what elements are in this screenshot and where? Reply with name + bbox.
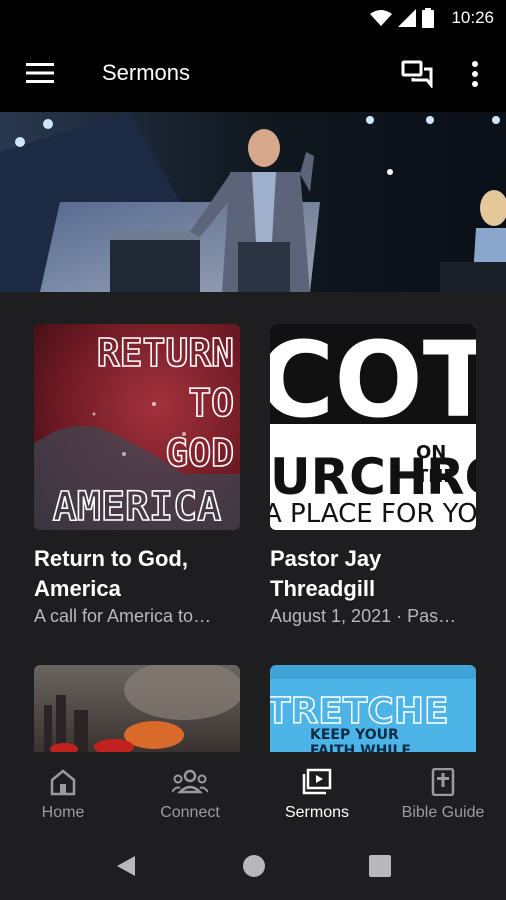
sermon-card[interactable]: TRETCHE KEEP YOUR FAITH WHILE: [270, 665, 476, 752]
hamburger-menu-icon[interactable]: [26, 62, 54, 84]
art-line-1: RETURN: [97, 331, 234, 375]
people-icon: [172, 769, 208, 794]
art-line-2: TO: [188, 381, 234, 425]
nav-item-bible-guide[interactable]: Bible Guide: [380, 752, 506, 826]
art-line-2: FAITH WHILE: [310, 743, 411, 752]
hero-banner-image: [0, 112, 506, 292]
sermon-card[interactable]: [34, 665, 240, 752]
sermon-subtitle: A call for America to…: [34, 606, 212, 626]
art-ro: RO: [426, 448, 476, 506]
art-line-1: KEEP YOUR: [310, 727, 399, 743]
back-icon[interactable]: [115, 854, 137, 878]
bible-icon: [431, 768, 455, 796]
app-bar: Sermons: [0, 36, 506, 112]
sermon-subtitle: August 1, 2021 · Pas…: [270, 606, 457, 626]
status-time: 10:26: [451, 8, 494, 27]
status-icons: [370, 8, 434, 28]
nav-label: Home: [41, 804, 85, 821]
more-vert-icon[interactable]: [466, 60, 484, 88]
nav-item-connect[interactable]: Connect: [127, 752, 253, 826]
bottom-navigation: Home Connect Sermons Bible Guide: [0, 752, 506, 826]
sermon-card[interactable]: COTR URCH ON THE RO A PLACE FOR YOU Past…: [270, 324, 476, 627]
art-line-4: AMERICA: [53, 484, 222, 530]
sermon-title: Return to God, America: [34, 546, 188, 601]
sermon-thumbnail: [34, 665, 240, 752]
chat-icon[interactable]: [401, 60, 433, 88]
sermon-thumbnail: COTR URCH ON THE RO A PLACE FOR YOU: [270, 324, 476, 530]
sermon-thumbnail: TRETCHE KEEP YOUR FAITH WHILE: [270, 665, 476, 752]
nav-label: Bible Guide: [401, 804, 485, 821]
nav-item-sermons[interactable]: Sermons: [254, 752, 380, 826]
nav-label: Connect: [160, 804, 220, 821]
signal-icon: [398, 9, 416, 27]
video-library-icon: [302, 768, 332, 795]
home-circle-icon[interactable]: [242, 854, 266, 878]
art-big: COTR: [270, 324, 476, 441]
art-mid: URCH: [270, 448, 428, 506]
system-navigation-bar: [0, 826, 506, 900]
art-line-3: GOD: [165, 431, 234, 475]
sermon-thumbnail: RETURN TO GOD AMERICA: [34, 324, 240, 530]
art-big: TRETCHE: [270, 691, 449, 732]
home-icon: [50, 769, 76, 796]
page-title: Sermons: [102, 60, 191, 85]
wifi-icon: [370, 10, 392, 26]
sermon-grid: RETURN TO GOD AMERICA Return to God, Ame…: [0, 292, 506, 752]
recents-icon[interactable]: [369, 855, 391, 877]
nav-label: Sermons: [284, 804, 350, 821]
sermon-card[interactable]: RETURN TO GOD AMERICA Return to God, Ame…: [34, 324, 240, 627]
sermon-title: Pastor Jay Threadgill: [270, 546, 382, 601]
nav-item-home[interactable]: Home: [0, 752, 126, 826]
battery-icon: [422, 8, 434, 28]
status-bar: 10:26: [0, 0, 506, 36]
art-tagline: A PLACE FOR YOU: [270, 499, 476, 529]
